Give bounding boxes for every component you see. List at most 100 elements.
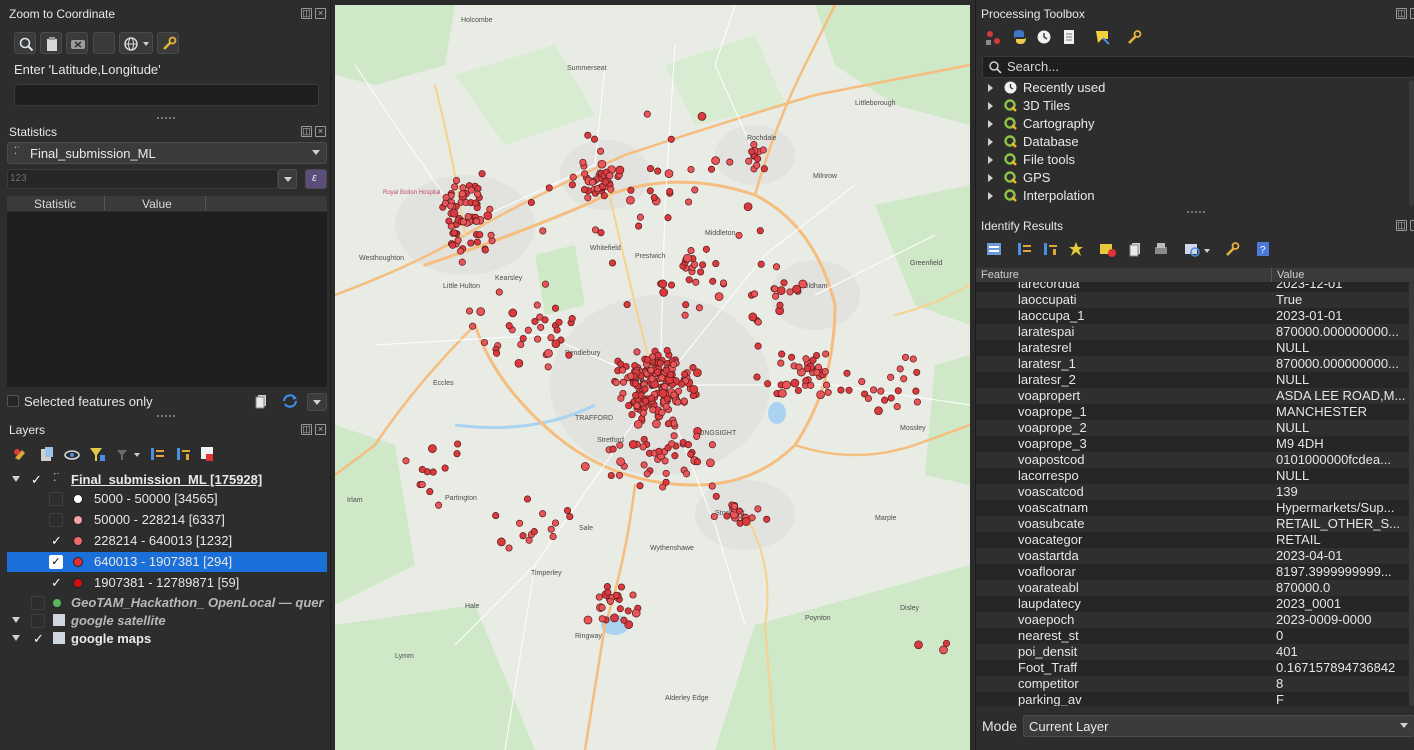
- feature-points[interactable]: [335, 5, 970, 750]
- feature-point[interactable]: [616, 441, 624, 449]
- feature-point[interactable]: [620, 616, 628, 624]
- feature-point[interactable]: [628, 411, 636, 419]
- table-row[interactable]: voaepoch 2023-0009-0000: [976, 612, 1414, 628]
- feature-point[interactable]: [697, 112, 707, 121]
- feature-point[interactable]: [544, 363, 552, 371]
- feature-point[interactable]: [684, 441, 692, 449]
- feature-point[interactable]: [643, 470, 651, 478]
- table-row[interactable]: laratespai 870000.000000000...: [976, 324, 1414, 340]
- feature-point[interactable]: [680, 397, 688, 405]
- feature-point[interactable]: [633, 402, 641, 410]
- feature-point[interactable]: [896, 365, 904, 373]
- feature-point[interactable]: [693, 458, 702, 466]
- feature-point[interactable]: [782, 380, 791, 390]
- feature-point[interactable]: [476, 231, 484, 239]
- chevron-right-icon[interactable]: [988, 120, 993, 128]
- table-row[interactable]: poi_densit 401: [976, 644, 1414, 660]
- feature-point[interactable]: [748, 312, 758, 322]
- value-column-header[interactable]: Value: [1277, 269, 1304, 281]
- feature-point[interactable]: [639, 443, 647, 451]
- feature-point[interactable]: [689, 384, 699, 394]
- stats-options-dropdown[interactable]: [307, 393, 327, 411]
- feature-point[interactable]: [555, 318, 563, 326]
- table-row[interactable]: nearest_st 0: [976, 628, 1414, 644]
- feature-point[interactable]: [663, 346, 671, 355]
- table-row[interactable]: voapostcod 0101000000fcdea...: [976, 452, 1414, 468]
- feature-point[interactable]: [690, 260, 699, 269]
- float-icon[interactable]: ◫: [1396, 220, 1407, 231]
- feature-point[interactable]: [813, 368, 821, 377]
- table-row[interactable]: lacorrespo NULL: [976, 468, 1414, 484]
- feature-point[interactable]: [539, 227, 547, 235]
- feature-point[interactable]: [457, 247, 465, 255]
- feature-point[interactable]: [551, 519, 560, 527]
- feature-point[interactable]: [629, 591, 637, 599]
- feature-point[interactable]: [458, 258, 466, 266]
- table-row[interactable]: laupdatecy 2023_0001: [976, 596, 1414, 612]
- feature-point[interactable]: [667, 281, 676, 289]
- legend-class-row[interactable]: 50000 - 228214 [6337]: [7, 510, 327, 530]
- table-row[interactable]: voascatcod 139: [976, 484, 1414, 500]
- feature-point[interactable]: [735, 231, 743, 239]
- feature-point[interactable]: [530, 528, 538, 536]
- feature-point[interactable]: [702, 245, 710, 253]
- feature-point[interactable]: [670, 391, 678, 399]
- feature-point[interactable]: [881, 396, 889, 404]
- feature-point[interactable]: [601, 178, 609, 186]
- feature-point[interactable]: [723, 512, 731, 520]
- feature-point[interactable]: [628, 440, 638, 449]
- feature-point[interactable]: [597, 159, 607, 169]
- identify-scrollbar[interactable]: [1409, 282, 1414, 706]
- feature-point[interactable]: [712, 492, 720, 500]
- feature-point[interactable]: [795, 363, 803, 371]
- feature-point[interactable]: [531, 317, 539, 325]
- feature-point[interactable]: [754, 342, 762, 350]
- feature-point[interactable]: [786, 288, 794, 296]
- feature-point[interactable]: [459, 184, 467, 192]
- feature-point[interactable]: [837, 386, 845, 394]
- feature-point[interactable]: [459, 218, 467, 226]
- feature-point[interactable]: [517, 340, 525, 349]
- chevron-right-icon[interactable]: [988, 192, 993, 200]
- feature-point[interactable]: [473, 217, 481, 225]
- feature-point[interactable]: [893, 403, 901, 411]
- legend-class-row[interactable]: 5000 - 50000 [34565]: [7, 489, 327, 509]
- feature-point[interactable]: [428, 444, 437, 453]
- feature-point[interactable]: [887, 394, 895, 402]
- feature-point[interactable]: [687, 165, 695, 174]
- feature-point[interactable]: [654, 167, 662, 175]
- legend-checkbox[interactable]: [49, 492, 63, 506]
- feature-point[interactable]: [581, 170, 589, 178]
- feature-point[interactable]: [514, 358, 524, 368]
- feature-point[interactable]: [449, 241, 457, 249]
- check-mark-icon[interactable]: ✓: [51, 533, 62, 549]
- layer-checkbox[interactable]: [31, 596, 45, 610]
- crs-button[interactable]: [119, 32, 153, 54]
- feature-point[interactable]: [760, 165, 768, 173]
- feature-point[interactable]: [597, 147, 605, 155]
- feature-point[interactable]: [619, 366, 627, 374]
- feature-point[interactable]: [647, 394, 655, 402]
- table-row[interactable]: laoccupa_1 2023-01-01: [976, 308, 1414, 324]
- feature-point[interactable]: [763, 515, 771, 523]
- processing-group-item[interactable]: 3D Tiles: [982, 97, 1402, 115]
- feature-point[interactable]: [604, 588, 612, 596]
- table-row[interactable]: voaprope_2 NULL: [976, 420, 1414, 436]
- chevron-right-icon[interactable]: [988, 138, 993, 146]
- feature-point[interactable]: [544, 348, 553, 358]
- feature-point[interactable]: [516, 519, 524, 527]
- feature-point[interactable]: [816, 390, 825, 400]
- feature-point[interactable]: [505, 322, 513, 330]
- feature-point[interactable]: [909, 355, 917, 363]
- refresh-icon[interactable]: [281, 393, 299, 409]
- feature-point[interactable]: [465, 307, 474, 315]
- feature-point[interactable]: [652, 419, 661, 429]
- feature-point[interactable]: [495, 288, 503, 296]
- feature-point[interactable]: [497, 537, 506, 547]
- feature-point[interactable]: [662, 402, 670, 411]
- feature-point[interactable]: [662, 366, 670, 374]
- check-mark-icon[interactable]: ✓: [31, 472, 42, 488]
- feature-point[interactable]: [678, 380, 686, 388]
- table-row[interactable]: larecordda 2023-12-01: [976, 282, 1414, 292]
- feature-point[interactable]: [894, 387, 902, 395]
